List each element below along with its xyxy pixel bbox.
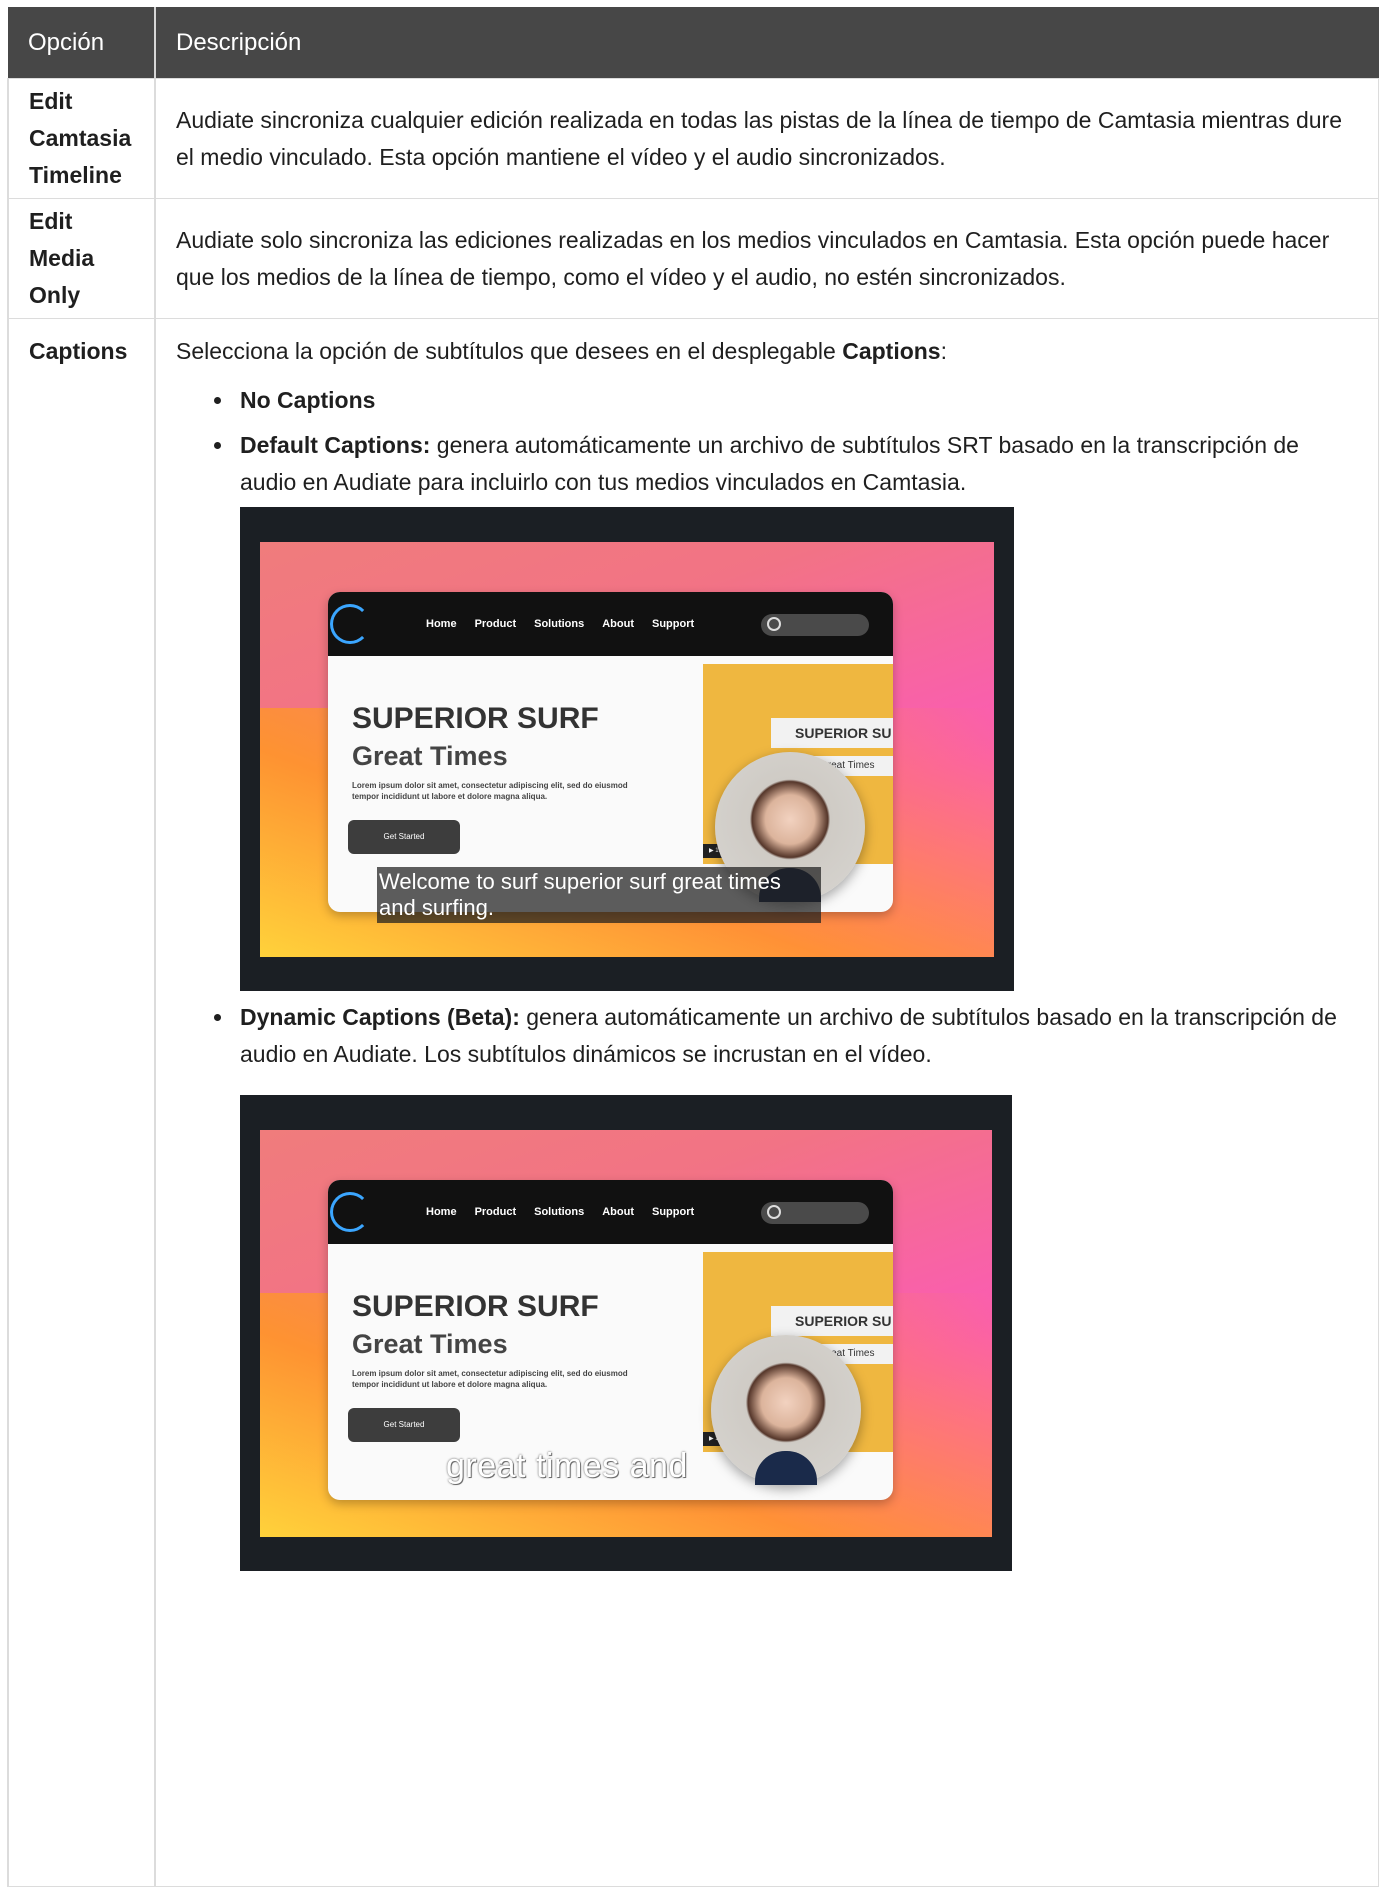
presenter-avatar — [711, 1335, 861, 1485]
default-captions-screenshot: Home Product Solutions About Support SUP… — [240, 507, 1014, 991]
hero-title: SUPERIOR SURF — [352, 702, 599, 735]
table-row: Edit Media Only Audiate solo sincroniza … — [7, 198, 1379, 319]
list-item: Default Captions: genera automáticamente… — [214, 427, 1358, 991]
nav-about: About — [602, 1205, 634, 1218]
list-item: No Captions — [214, 382, 1358, 419]
description-cell: Audiate solo sincroniza las ediciones re… — [154, 198, 1379, 319]
option-cell: Edit Media Only — [7, 198, 156, 319]
site-nav: Home Product Solutions About Support — [328, 592, 893, 656]
nav-product: Product — [474, 1205, 517, 1218]
description-cell: Selecciona la opción de subtítulos que d… — [154, 318, 1379, 1887]
search-bar — [761, 1202, 869, 1224]
option-cell: Captions — [7, 318, 156, 1887]
wave-logo-icon — [330, 604, 370, 644]
nav-solutions: Solutions — [534, 617, 585, 630]
nav-home: Home — [426, 617, 457, 630]
dynamic-caption-text: great times and — [446, 1447, 688, 1485]
get-started-button: Get Started — [348, 820, 460, 854]
header-description: Descripción — [155, 7, 1379, 79]
description-cell: Audiate sincroniza cualquier edición rea… — [154, 78, 1379, 199]
nav-solutions: Solutions — [534, 1205, 585, 1218]
site-nav: Home Product Solutions About Support — [328, 1180, 893, 1244]
nav-support: Support — [652, 617, 695, 630]
dynamic-captions-screenshot: Home Product Solutions About Support SUP… — [240, 1095, 1012, 1571]
table-row: Edit Camtasia Timeline Audiate sincroniz… — [7, 78, 1379, 199]
get-started-button: Get Started — [348, 1408, 460, 1442]
search-bar — [761, 614, 869, 636]
option-cell: Edit Camtasia Timeline — [7, 78, 156, 199]
nav-about: About — [602, 617, 634, 630]
captions-options-list: No Captions Default Captions: genera aut… — [176, 382, 1358, 1571]
search-icon — [767, 1205, 781, 1219]
hero-title: SUPERIOR SURF — [352, 1290, 599, 1323]
captions-intro: Selecciona la opción de subtítulos que d… — [176, 338, 947, 364]
hero-subtitle: Great Times — [352, 741, 508, 771]
options-table: Opción Descripción Edit Camtasia Timelin… — [7, 7, 1379, 1887]
hero-subtitle: Great Times — [352, 1329, 508, 1359]
hero-lorem: Lorem ipsum dolor sit amet, consectetur … — [352, 1369, 628, 1389]
header-option: Opción — [8, 7, 156, 79]
hero-lorem: Lorem ipsum dolor sit amet, consectetur … — [352, 781, 628, 801]
search-icon — [767, 617, 781, 631]
table-header-row: Opción Descripción — [8, 7, 1379, 79]
gradient-backdrop: Home Product Solutions About Support SUP… — [260, 542, 994, 957]
nav-product: Product — [474, 617, 517, 630]
list-item: Dynamic Captions (Beta): genera automáti… — [214, 999, 1358, 1571]
table-row-captions: Captions Selecciona la opción de subtítu… — [7, 318, 1379, 1887]
wave-logo-icon — [330, 1192, 370, 1232]
nav-support: Support — [652, 1205, 695, 1218]
nav-home: Home — [426, 1205, 457, 1218]
gradient-backdrop: Home Product Solutions About Support SUP… — [260, 1130, 992, 1537]
default-caption-text: Welcome to surf superior surf great time… — [377, 867, 821, 923]
